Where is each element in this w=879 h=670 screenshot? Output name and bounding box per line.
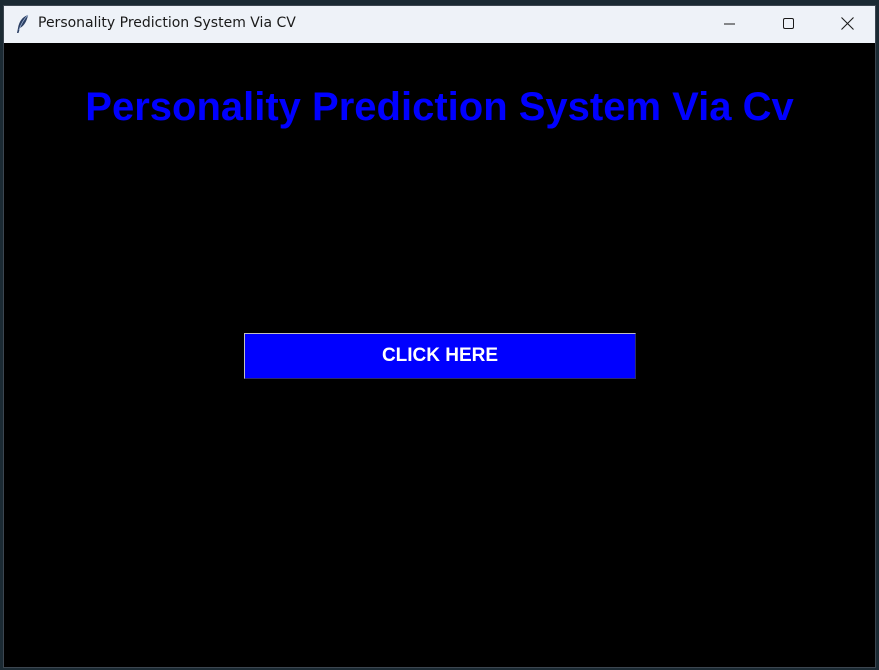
close-button[interactable] [818,6,875,43]
minimize-button[interactable] [701,6,759,43]
maximize-button[interactable] [760,6,818,43]
maximize-icon [783,15,795,34]
window-title: Personality Prediction System Via CV [38,15,296,31]
page-title: Personality Prediction System Via Cv [85,85,794,129]
close-icon [840,15,854,34]
app-window: Personality Prediction System Via CV Per… [3,5,876,668]
click-here-button[interactable]: CLICK HERE [244,333,636,379]
minimize-icon [724,15,736,34]
feather-icon [14,14,32,34]
title-bar[interactable]: Personality Prediction System Via CV [4,6,875,43]
main-content: Personality Prediction System Via Cv CLI… [4,43,875,667]
